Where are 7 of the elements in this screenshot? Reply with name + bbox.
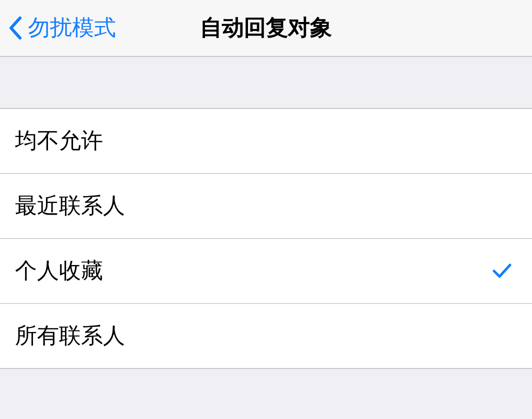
screen-title: 自动回复对象 xyxy=(200,15,332,43)
chevron-left-icon xyxy=(8,16,22,40)
option-row[interactable]: 个人收藏 xyxy=(0,239,532,304)
back-button[interactable]: 勿扰模式 xyxy=(0,13,116,43)
option-row[interactable]: 最近联系人 xyxy=(0,174,532,239)
option-row[interactable]: 所有联系人 xyxy=(0,304,532,368)
option-row[interactable]: 均不允许 xyxy=(0,109,532,174)
